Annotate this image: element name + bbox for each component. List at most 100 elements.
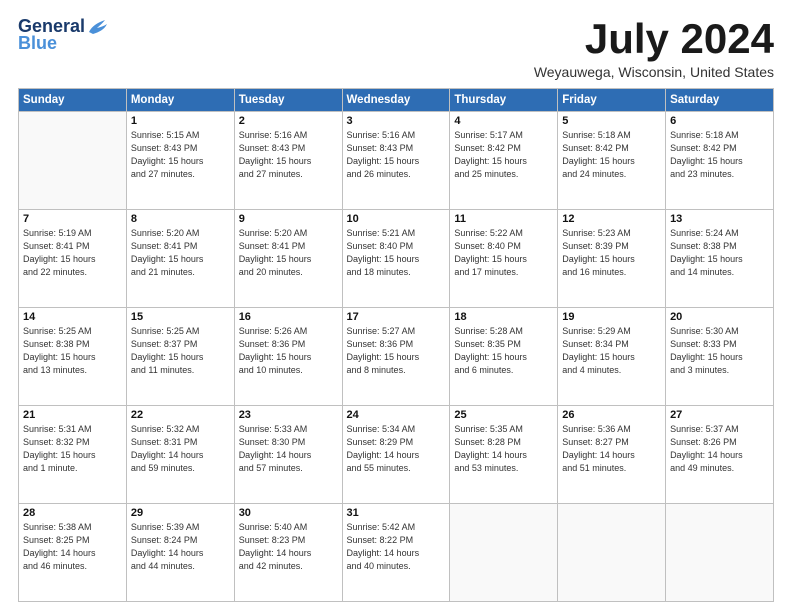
calendar-cell: 4 Sunrise: 5:17 AM Sunset: 8:42 PM Daylig… [450,112,558,210]
day-number: 4 [454,115,553,127]
calendar-body: 1 Sunrise: 5:15 AM Sunset: 8:43 PM Daylig… [19,112,774,602]
day-number: 24 [347,409,446,421]
calendar-cell [558,504,666,602]
day-number: 14 [23,311,122,323]
day-number: 12 [562,213,661,225]
day-number: 19 [562,311,661,323]
day-info: Sunrise: 5:23 AM Sunset: 8:39 PM Dayligh… [562,227,661,279]
calendar-table: SundayMondayTuesdayWednesdayThursdayFrid… [18,88,774,602]
day-number: 8 [131,213,230,225]
day-number: 22 [131,409,230,421]
calendar-cell: 14Sunrise: 5:25 AM Sunset: 8:38 PM Dayli… [19,308,127,406]
day-number: 27 [670,409,769,421]
logo-blue-text: Blue [18,33,57,54]
day-info: Sunrise: 5:32 AM Sunset: 8:31 PM Dayligh… [131,423,230,475]
day-number: 21 [23,409,122,421]
day-info: Sunrise: 5:17 AM Sunset: 8:42 PM Dayligh… [454,129,553,181]
calendar-cell: 7 Sunrise: 5:19 AM Sunset: 8:41 PM Daylig… [19,210,127,308]
calendar-cell: 13 Sunrise: 5:24 AM Sunset: 8:38 PM Dayli… [666,210,774,308]
calendar-week-4: 21 Sunrise: 5:31 AM Sunset: 8:32 PM Dayli… [19,406,774,504]
calendar-cell: 24Sunrise: 5:34 AM Sunset: 8:29 PM Dayli… [342,406,450,504]
day-info: Sunrise: 5:15 AM Sunset: 8:43 PM Dayligh… [131,129,230,181]
day-number: 23 [239,409,338,421]
day-of-week-wednesday: Wednesday [342,89,450,112]
logo-bird-icon [87,18,109,36]
calendar-cell: 11 Sunrise: 5:22 AM Sunset: 8:40 PM Dayli… [450,210,558,308]
calendar-cell: 10 Sunrise: 5:21 AM Sunset: 8:40 PM Dayli… [342,210,450,308]
day-of-week-tuesday: Tuesday [234,89,342,112]
title-block: July 2024 Weyauwega, Wisconsin, United S… [534,16,774,80]
day-info: Sunrise: 5:22 AM Sunset: 8:40 PM Dayligh… [454,227,553,279]
day-number: 10 [347,213,446,225]
day-number: 1 [131,115,230,127]
calendar-cell: 28 Sunrise: 5:38 AM Sunset: 8:25 PM Dayli… [19,504,127,602]
calendar-cell: 26 Sunrise: 5:36 AM Sunset: 8:27 PM Dayli… [558,406,666,504]
calendar-location: Weyauwega, Wisconsin, United States [534,64,774,80]
day-info: Sunrise: 5:30 AM Sunset: 8:33 PM Dayligh… [670,325,769,377]
calendar-week-1: 1 Sunrise: 5:15 AM Sunset: 8:43 PM Daylig… [19,112,774,210]
days-of-week-row: SundayMondayTuesdayWednesdayThursdayFrid… [19,89,774,112]
day-of-week-monday: Monday [126,89,234,112]
day-number: 20 [670,311,769,323]
calendar-title: July 2024 [534,16,774,62]
day-of-week-thursday: Thursday [450,89,558,112]
calendar-cell: 8 Sunrise: 5:20 AM Sunset: 8:41 PM Daylig… [126,210,234,308]
day-info: Sunrise: 5:28 AM Sunset: 8:35 PM Dayligh… [454,325,553,377]
day-number: 18 [454,311,553,323]
day-number: 26 [562,409,661,421]
day-number: 28 [23,507,122,519]
calendar-cell: 17 Sunrise: 5:27 AM Sunset: 8:36 PM Dayli… [342,308,450,406]
day-number: 17 [347,311,446,323]
day-info: Sunrise: 5:40 AM Sunset: 8:23 PM Dayligh… [239,521,338,573]
logo: General Blue [18,16,109,54]
day-of-week-saturday: Saturday [666,89,774,112]
day-number: 31 [347,507,446,519]
day-info: Sunrise: 5:20 AM Sunset: 8:41 PM Dayligh… [131,227,230,279]
day-of-week-friday: Friday [558,89,666,112]
day-number: 7 [23,213,122,225]
day-info: Sunrise: 5:26 AM Sunset: 8:36 PM Dayligh… [239,325,338,377]
day-number: 5 [562,115,661,127]
calendar-cell: 19Sunrise: 5:29 AM Sunset: 8:34 PM Dayli… [558,308,666,406]
day-number: 13 [670,213,769,225]
day-info: Sunrise: 5:33 AM Sunset: 8:30 PM Dayligh… [239,423,338,475]
calendar-cell [19,112,127,210]
day-info: Sunrise: 5:21 AM Sunset: 8:40 PM Dayligh… [347,227,446,279]
calendar-cell: 6Sunrise: 5:18 AM Sunset: 8:42 PM Daylig… [666,112,774,210]
day-number: 6 [670,115,769,127]
day-info: Sunrise: 5:35 AM Sunset: 8:28 PM Dayligh… [454,423,553,475]
calendar-cell: 1 Sunrise: 5:15 AM Sunset: 8:43 PM Daylig… [126,112,234,210]
calendar-cell: 22 Sunrise: 5:32 AM Sunset: 8:31 PM Dayli… [126,406,234,504]
day-info: Sunrise: 5:16 AM Sunset: 8:43 PM Dayligh… [239,129,338,181]
day-info: Sunrise: 5:31 AM Sunset: 8:32 PM Dayligh… [23,423,122,475]
day-info: Sunrise: 5:19 AM Sunset: 8:41 PM Dayligh… [23,227,122,279]
calendar-cell: 2 Sunrise: 5:16 AM Sunset: 8:43 PM Daylig… [234,112,342,210]
day-number: 3 [347,115,446,127]
day-info: Sunrise: 5:16 AM Sunset: 8:43 PM Dayligh… [347,129,446,181]
calendar-header: SundayMondayTuesdayWednesdayThursdayFrid… [19,89,774,112]
day-number: 25 [454,409,553,421]
calendar-week-2: 7 Sunrise: 5:19 AM Sunset: 8:41 PM Daylig… [19,210,774,308]
day-info: Sunrise: 5:24 AM Sunset: 8:38 PM Dayligh… [670,227,769,279]
day-info: Sunrise: 5:27 AM Sunset: 8:36 PM Dayligh… [347,325,446,377]
calendar-cell: 31 Sunrise: 5:42 AM Sunset: 8:22 PM Dayli… [342,504,450,602]
calendar-cell: 30 Sunrise: 5:40 AM Sunset: 8:23 PM Dayli… [234,504,342,602]
day-info: Sunrise: 5:36 AM Sunset: 8:27 PM Dayligh… [562,423,661,475]
calendar-cell: 15 Sunrise: 5:25 AM Sunset: 8:37 PM Dayli… [126,308,234,406]
day-number: 11 [454,213,553,225]
day-info: Sunrise: 5:37 AM Sunset: 8:26 PM Dayligh… [670,423,769,475]
calendar-cell [450,504,558,602]
calendar-cell [666,504,774,602]
calendar-cell: 18 Sunrise: 5:28 AM Sunset: 8:35 PM Dayli… [450,308,558,406]
day-info: Sunrise: 5:42 AM Sunset: 8:22 PM Dayligh… [347,521,446,573]
day-info: Sunrise: 5:38 AM Sunset: 8:25 PM Dayligh… [23,521,122,573]
calendar-cell: 12 Sunrise: 5:23 AM Sunset: 8:39 PM Dayli… [558,210,666,308]
day-number: 2 [239,115,338,127]
calendar-cell: 20 Sunrise: 5:30 AM Sunset: 8:33 PM Dayli… [666,308,774,406]
day-number: 30 [239,507,338,519]
day-number: 9 [239,213,338,225]
calendar-week-3: 14Sunrise: 5:25 AM Sunset: 8:38 PM Dayli… [19,308,774,406]
day-number: 15 [131,311,230,323]
calendar-cell: 3 Sunrise: 5:16 AM Sunset: 8:43 PM Daylig… [342,112,450,210]
day-info: Sunrise: 5:25 AM Sunset: 8:37 PM Dayligh… [131,325,230,377]
